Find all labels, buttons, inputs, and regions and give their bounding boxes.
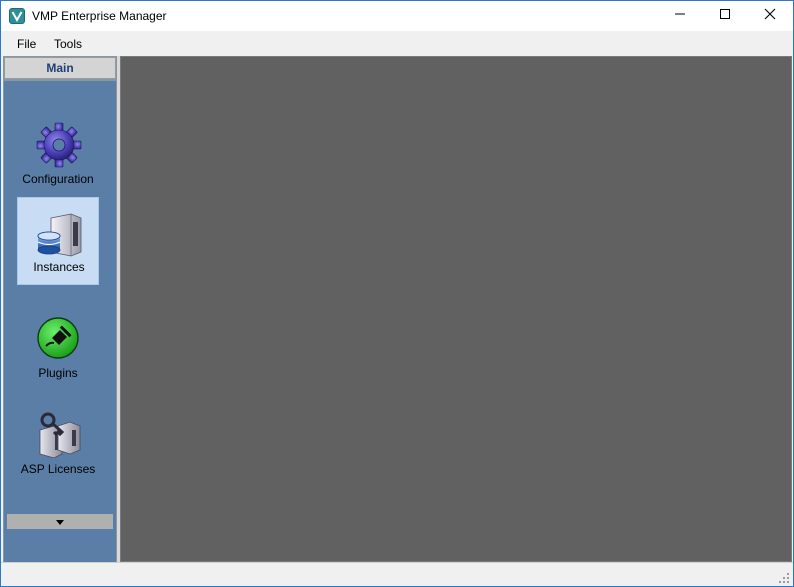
vmp-logo-icon — [9, 8, 25, 24]
resize-grip-icon[interactable] — [778, 571, 790, 583]
window-title: VMP Enterprise Manager — [32, 9, 167, 23]
title-bar[interactable]: VMP Enterprise Manager — [1, 1, 793, 31]
sidebar-item-instances[interactable]: Instances — [17, 197, 99, 285]
sidebar-item-configuration[interactable]: Configuration — [17, 108, 99, 196]
plug-icon — [36, 316, 82, 362]
status-bar — [1, 562, 793, 586]
menu-bar: File Tools — [1, 31, 793, 55]
main-content-area — [120, 56, 792, 562]
minimize-icon — [674, 7, 686, 25]
menu-file[interactable]: File — [17, 37, 36, 51]
database-server-icon — [37, 212, 83, 258]
sidebar-header-main[interactable]: Main — [4, 57, 116, 79]
nav-panel: Configuration Instances Plugins ASP Lice… — [4, 81, 116, 562]
close-icon — [764, 7, 776, 25]
close-button[interactable] — [747, 1, 793, 31]
sidebar-item-plugins[interactable]: Plugins — [17, 302, 99, 390]
maximize-button[interactable] — [702, 1, 748, 31]
menu-tools[interactable]: Tools — [54, 37, 82, 51]
sidebar-item-asp-licenses[interactable]: ASP Licenses — [17, 398, 99, 486]
maximize-icon — [719, 7, 731, 25]
sidebar-scroll-down-button[interactable] — [7, 514, 113, 529]
triangle-down-icon — [55, 513, 65, 531]
sidebar-item-label: Plugins — [38, 366, 78, 380]
sidebar-item-label: ASP Licenses — [20, 462, 96, 476]
minimize-button[interactable] — [657, 1, 703, 31]
sidebar-item-label: Configuration — [22, 172, 94, 186]
app-window: VMP Enterprise Manager File Tools Main C… — [0, 0, 794, 587]
gear-icon — [36, 122, 82, 168]
sidebar: Main Configuration Instances Plugins ASP… — [3, 56, 117, 562]
license-key-icon — [36, 412, 82, 459]
sidebar-item-label: Instances — [33, 260, 85, 274]
